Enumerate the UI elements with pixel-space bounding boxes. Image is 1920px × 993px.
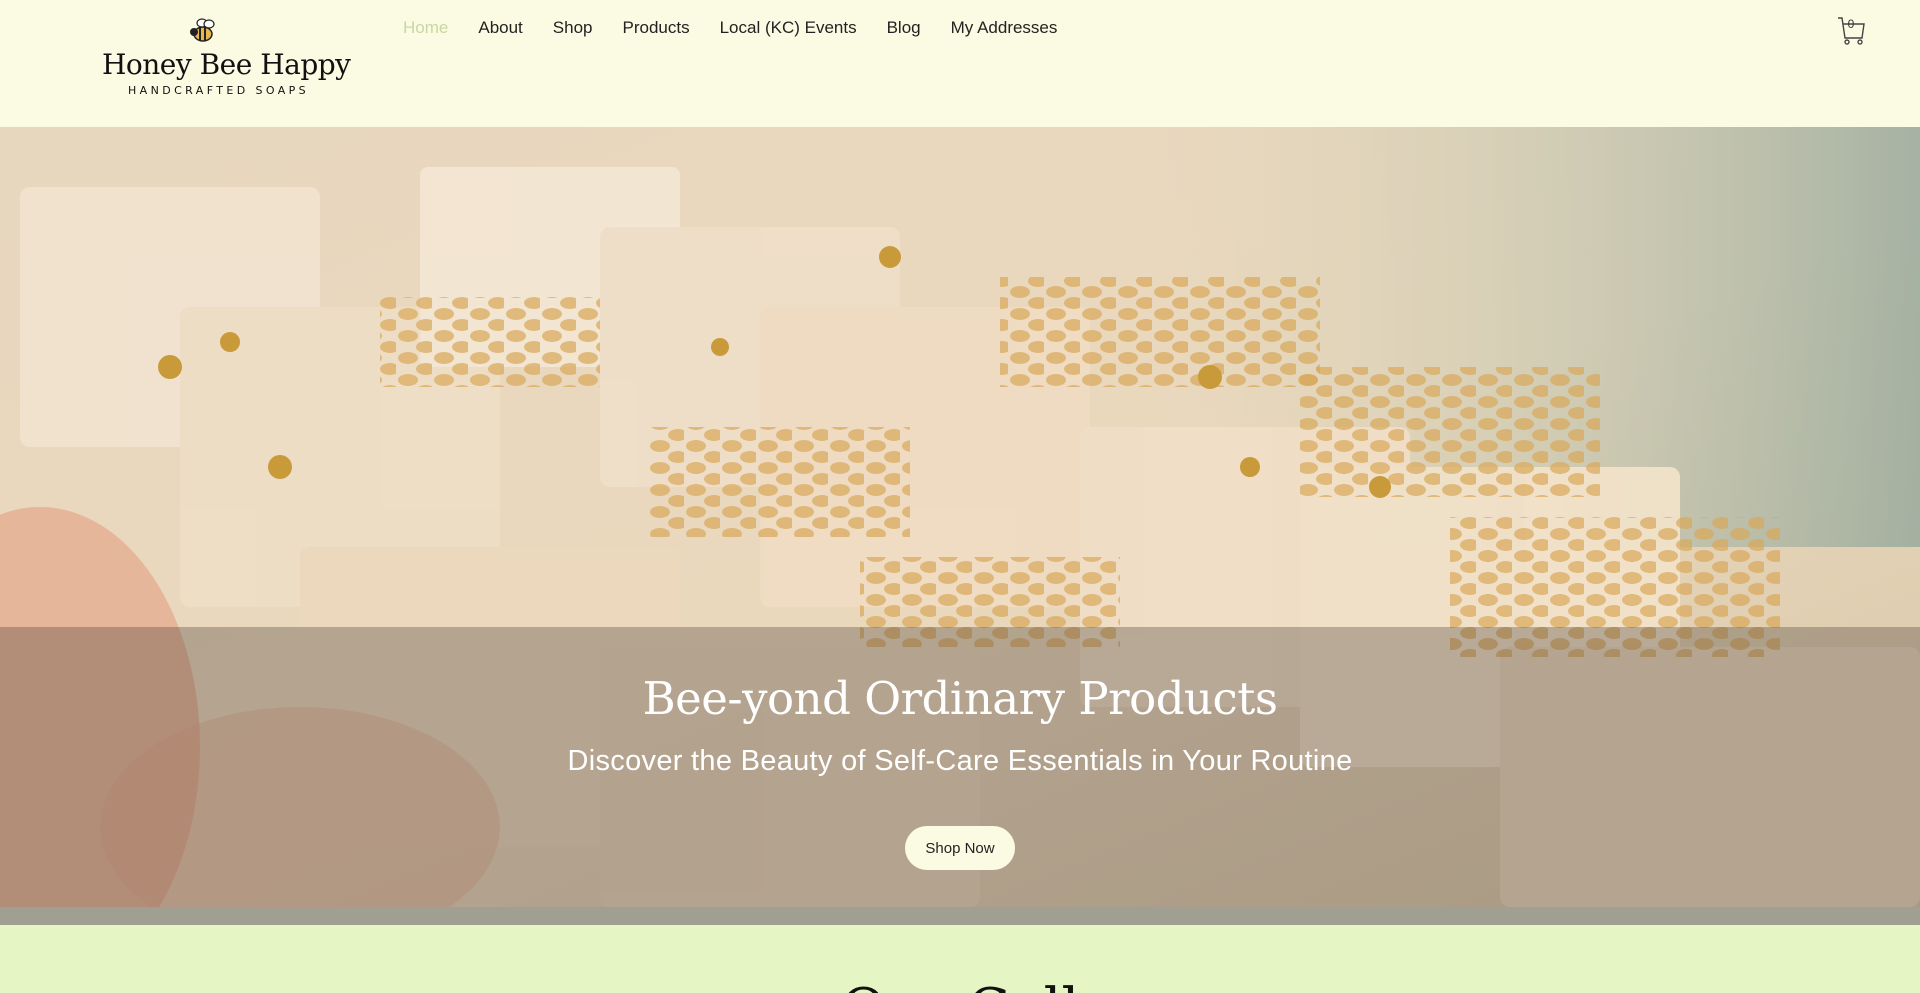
nav-shop[interactable]: Shop <box>538 15 608 41</box>
nav-blog[interactable]: Blog <box>872 15 936 41</box>
collection-section: Our Coll <box>0 925 1920 993</box>
section-title: Our Coll <box>0 977 1920 993</box>
nav-products[interactable]: Products <box>608 15 705 41</box>
hero-subtitle: Discover the Beauty of Self-Care Essenti… <box>567 745 1353 777</box>
brand-tagline: HANDCRAFTED SOAPS <box>128 84 310 97</box>
nav-home[interactable]: Home <box>388 15 463 41</box>
cart-count: 0 <box>1847 17 1855 31</box>
site-header: Honey Bee Happy HANDCRAFTED SOAPS Home A… <box>0 0 1920 127</box>
divider-strip <box>0 907 1920 925</box>
nav-about[interactable]: About <box>463 15 537 41</box>
hero-title: Bee-yond Ordinary Products <box>642 672 1278 725</box>
cart-button[interactable]: 0 <box>1836 14 1866 46</box>
nav-local-events[interactable]: Local (KC) Events <box>705 15 872 41</box>
nav-my-addresses[interactable]: My Addresses <box>936 15 1073 41</box>
bee-icon <box>190 18 215 42</box>
shop-now-button[interactable]: Shop Now <box>905 826 1015 870</box>
brand-name: Honey Bee Happy <box>102 48 351 81</box>
brand-logo[interactable]: Honey Bee Happy HANDCRAFTED SOAPS <box>100 14 351 100</box>
hero-banner <box>0 127 1920 907</box>
main-nav: Home About Shop Products Local (KC) Even… <box>388 15 1072 41</box>
